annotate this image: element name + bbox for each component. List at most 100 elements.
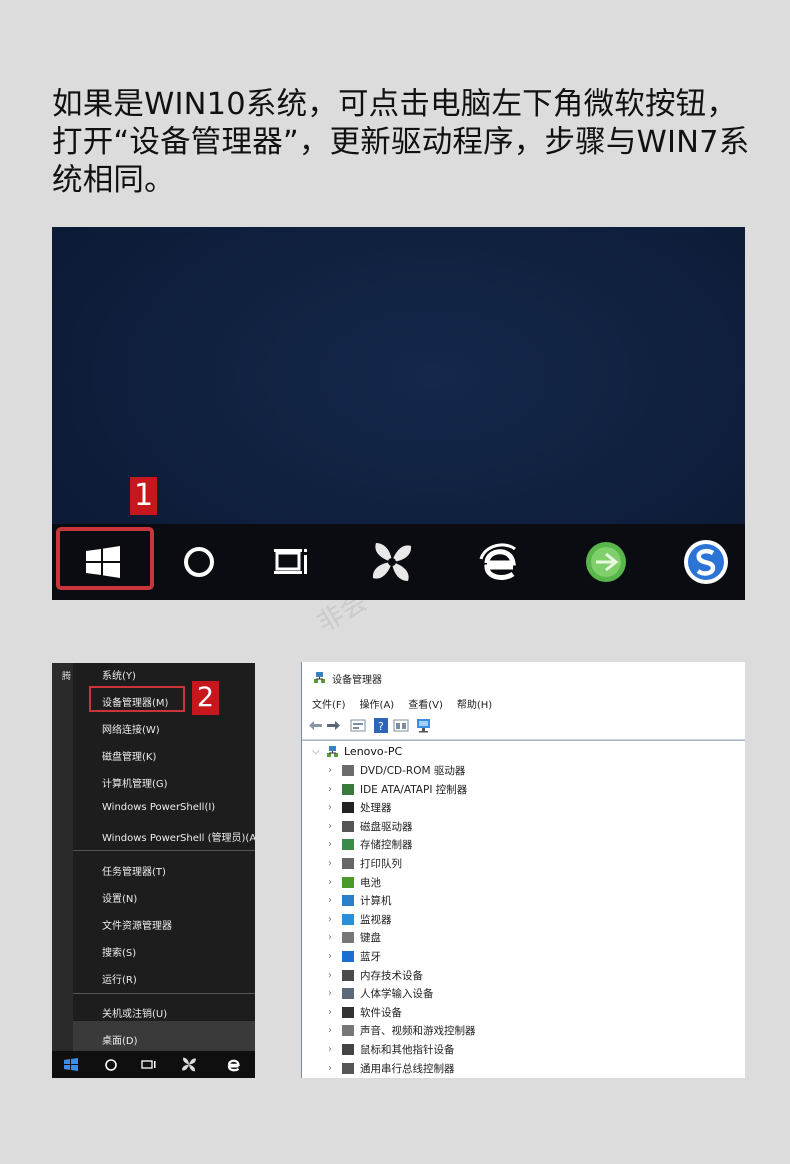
chevron-right-icon[interactable]: › — [328, 784, 342, 795]
chevron-right-icon[interactable]: › — [328, 1025, 342, 1036]
windows-logo-icon[interactable] — [64, 1058, 78, 1071]
menu-item-run[interactable]: 运行(R) — [102, 971, 137, 986]
properties-icon[interactable] — [350, 719, 366, 732]
start-button[interactable] — [72, 524, 134, 600]
menu-item-system[interactable]: 系统(Y) — [102, 667, 136, 682]
menu-separator — [73, 850, 255, 851]
device-category-row[interactable]: › 通用串行总线控制器 — [328, 1061, 455, 1076]
menu-item-shutdown[interactable]: 关机或注销(U) — [102, 1005, 167, 1020]
menu-help[interactable]: 帮助(H) — [457, 696, 492, 711]
computer-tree-icon — [327, 746, 338, 757]
chevron-right-icon[interactable]: › — [328, 1063, 342, 1074]
device-category-row[interactable]: › IDE ATA/ATAPI 控制器 — [328, 782, 467, 797]
sogou-app-button[interactable] — [676, 524, 736, 600]
task-view-button[interactable] — [267, 524, 317, 600]
menu-item-network[interactable]: 网络连接(W) — [102, 721, 160, 736]
device-category-row[interactable]: › 打印队列 — [328, 856, 402, 871]
search-circle-button[interactable] — [174, 524, 224, 600]
device-category-row[interactable]: › DVD/CD-ROM 驱动器 — [328, 763, 465, 778]
device-category-row[interactable]: › 软件设备 — [328, 1005, 402, 1020]
device-category-label: 键盘 — [360, 932, 381, 945]
device-category-row[interactable]: › 监视器 — [328, 912, 392, 927]
device-category-label: 内存技术设备 — [360, 969, 423, 982]
window-title: 设备管理器 — [332, 675, 382, 686]
mouse-icon — [342, 1044, 354, 1055]
menu-item-file-explorer[interactable]: 文件资源管理器 — [102, 917, 172, 932]
menu-item-powershell-admin[interactable]: Windows PowerShell (管理员)(A) — [102, 829, 255, 844]
task-view-icon[interactable] — [141, 1058, 157, 1071]
menu-item-settings[interactable]: 设置(N) — [102, 890, 137, 905]
step-2-badge: 2 — [192, 681, 219, 715]
keyboard-icon — [342, 932, 354, 944]
tree-root[interactable]: ⌵ Lenovo-PC — [312, 745, 402, 758]
device-category-label: 监视器 — [360, 913, 392, 926]
chevron-right-icon[interactable]: › — [328, 821, 342, 832]
device-category-row[interactable]: › 键盘 — [328, 930, 381, 945]
device-category-row[interactable]: › 磁盘驱动器 — [328, 819, 413, 834]
menu-bar: 文件(F) 操作(A) 查看(V) 帮助(H) — [312, 696, 492, 711]
device-category-row[interactable]: › 鼠标和其他指针设备 — [328, 1042, 455, 1057]
device-category-row[interactable]: › 处理器 — [328, 800, 392, 815]
step-1-badge: 1 — [130, 477, 157, 515]
menu-item-search[interactable]: 搜索(S) — [102, 944, 136, 959]
edge-browser-button[interactable] — [470, 524, 526, 600]
menu-item-powershell[interactable]: Windows PowerShell(I) — [102, 802, 215, 813]
menu-file[interactable]: 文件(F) — [312, 696, 346, 711]
chevron-down-icon[interactable]: ⌵ — [312, 746, 326, 757]
device-category-row[interactable]: › 电池 — [328, 875, 381, 890]
chevron-right-icon[interactable]: › — [328, 914, 342, 925]
back-arrow-icon[interactable] — [308, 720, 323, 731]
forward-arrow-icon[interactable] — [326, 720, 341, 731]
device-category-row[interactable]: › 存储控制器 — [328, 837, 413, 852]
device-category-label: 通用串行总线控制器 — [360, 1062, 455, 1075]
device-category-row[interactable]: › 人体学输入设备 — [328, 986, 434, 1001]
menu-side-strip: 腾 — [52, 663, 73, 1078]
chevron-right-icon[interactable]: › — [328, 839, 342, 850]
green-app-button[interactable] — [578, 524, 634, 600]
usb-icon — [342, 1062, 354, 1074]
device-category-label: 打印队列 — [360, 858, 402, 870]
device-category-label: 声音、视频和游戏控制器 — [360, 1025, 476, 1038]
chevron-right-icon[interactable]: › — [328, 877, 342, 888]
menu-item-desktop[interactable]: 桌面(D) — [102, 1032, 138, 1047]
device-category-row[interactable]: › 蓝牙 — [328, 949, 381, 964]
edge-icon[interactable] — [224, 1056, 242, 1073]
device-category-row[interactable]: › 声音、视频和游戏控制器 — [328, 1023, 476, 1038]
chevron-right-icon[interactable]: › — [328, 1044, 342, 1055]
chevron-right-icon[interactable]: › — [328, 895, 342, 906]
view-icon[interactable] — [393, 719, 409, 732]
menu-item-computer-management[interactable]: 计算机管理(G) — [102, 775, 168, 790]
device-category-label: DVD/CD-ROM 驱动器 — [360, 765, 466, 777]
computer-icon — [342, 895, 354, 907]
device-manager-icon — [314, 672, 325, 683]
toolbar: ? — [302, 713, 745, 740]
memory-device-icon — [342, 969, 354, 981]
chevron-right-icon[interactable]: › — [328, 765, 342, 776]
help-icon[interactable]: ? — [374, 718, 388, 733]
device-category-label: 鼠标和其他指针设备 — [360, 1044, 455, 1056]
hid-icon — [342, 988, 354, 1000]
chevron-right-icon[interactable]: › — [328, 988, 342, 999]
chevron-right-icon[interactable]: › — [328, 858, 342, 869]
device-category-label: 计算机 — [360, 895, 392, 908]
chevron-right-icon[interactable]: › — [328, 1007, 342, 1018]
chevron-right-icon[interactable]: › — [328, 932, 342, 943]
monitor-icon — [342, 913, 354, 925]
device-category-row[interactable]: › 计算机 — [328, 893, 392, 908]
chevron-right-icon[interactable]: › — [328, 802, 342, 813]
fan-app-button[interactable] — [362, 524, 422, 600]
menu-item-disk-management[interactable]: 磁盘管理(K) — [102, 748, 156, 763]
scan-hardware-icon[interactable] — [416, 718, 432, 733]
cortana-circle-icon[interactable] — [104, 1058, 118, 1072]
device-category-row[interactable]: › 内存技术设备 — [328, 968, 423, 983]
desktop-screenshot: 1 — [52, 227, 745, 600]
menu-view[interactable]: 查看(V) — [408, 696, 443, 711]
menu-action[interactable]: 操作(A) — [360, 696, 395, 711]
menu-item-task-manager[interactable]: 任务管理器(T) — [102, 863, 166, 878]
fan-app-icon[interactable] — [180, 1056, 198, 1073]
chevron-right-icon[interactable]: › — [328, 970, 342, 981]
chevron-right-icon[interactable]: › — [328, 951, 342, 962]
device-manager-window: 设备管理器 文件(F) 操作(A) 查看(V) 帮助(H) ? ⌵ Lenovo… — [301, 662, 745, 1078]
fan-app-icon — [372, 543, 412, 581]
menu-hover-highlight — [73, 1021, 255, 1051]
